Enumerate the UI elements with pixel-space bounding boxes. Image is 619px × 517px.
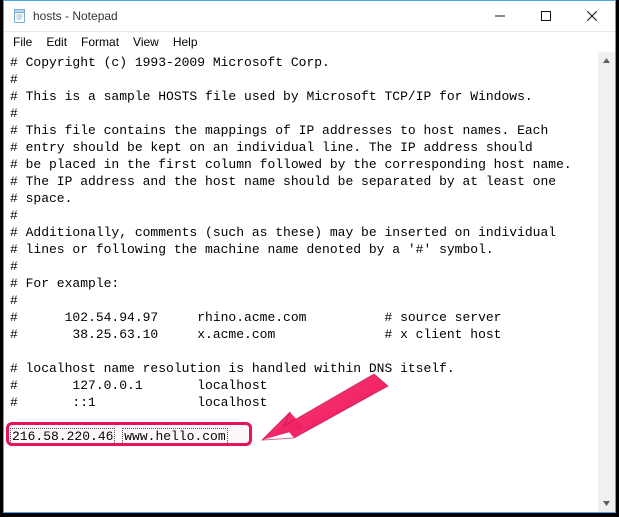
menu-bar: File Edit Format View Help bbox=[4, 32, 615, 52]
vertical-scrollbar[interactable] bbox=[597, 52, 615, 512]
notepad-icon bbox=[12, 8, 28, 24]
notepad-window: hosts - Notepad File Edit Format View He… bbox=[3, 0, 616, 513]
scroll-up-arrow-icon[interactable] bbox=[598, 52, 615, 69]
menu-edit[interactable]: Edit bbox=[39, 34, 74, 50]
menu-format[interactable]: Format bbox=[74, 34, 126, 50]
client-area: # Copyright (c) 1993-2009 Microsoft Corp… bbox=[4, 52, 615, 512]
window-title: hosts - Notepad bbox=[33, 9, 118, 23]
menu-view[interactable]: View bbox=[126, 34, 166, 50]
close-button[interactable] bbox=[569, 1, 615, 31]
maximize-button[interactable] bbox=[523, 1, 569, 31]
added-entry-host: www.hello.com bbox=[122, 428, 227, 445]
text-editor[interactable]: # Copyright (c) 1993-2009 Microsoft Corp… bbox=[6, 52, 597, 502]
title-bar[interactable]: hosts - Notepad bbox=[4, 1, 615, 32]
menu-help[interactable]: Help bbox=[166, 34, 205, 50]
menu-file[interactable]: File bbox=[6, 34, 39, 50]
added-entry-ip: 216.58.220.46 bbox=[10, 428, 115, 445]
minimize-button[interactable] bbox=[477, 1, 523, 31]
scroll-down-arrow-icon[interactable] bbox=[598, 495, 615, 512]
